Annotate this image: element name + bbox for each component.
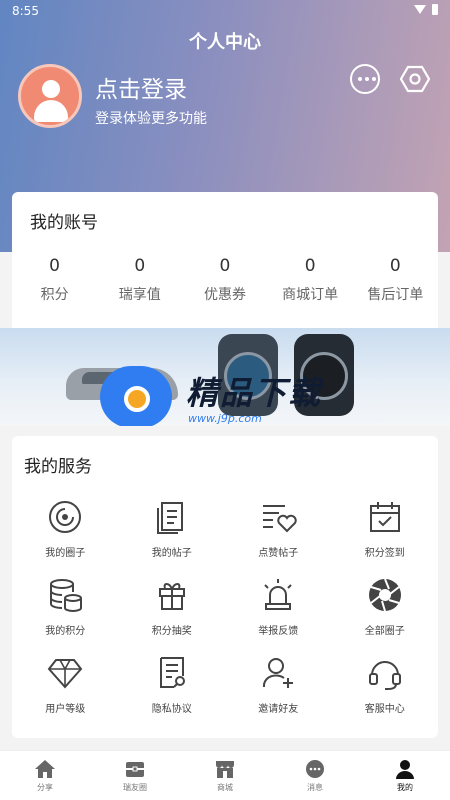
tab-messages[interactable]: 消息 xyxy=(270,751,360,800)
service-checkin[interactable]: 积分签到 xyxy=(332,498,439,568)
service-support[interactable]: 客服中心 xyxy=(332,654,439,724)
chat-icon xyxy=(306,760,324,778)
diamond-icon xyxy=(47,659,83,689)
service-my-posts[interactable]: 我的帖子 xyxy=(119,498,226,568)
service-privacy[interactable]: 隐私协议 xyxy=(119,654,226,724)
shop-icon xyxy=(216,761,234,778)
stat-ruixiang[interactable]: 0 瑞享值 xyxy=(97,256,182,304)
document-icon xyxy=(159,657,185,688)
circle-icon xyxy=(49,501,82,533)
promo-banner[interactable]: 精品下载 www.j9p.com xyxy=(0,328,450,426)
service-all-circles[interactable]: 全部圈子 xyxy=(332,576,439,646)
battery-icon xyxy=(432,4,438,15)
message-button[interactable] xyxy=(350,64,380,94)
liked-posts-icon xyxy=(263,505,297,533)
service-lottery[interactable]: 积分抽奖 xyxy=(119,576,226,646)
stat-coupons[interactable]: 0 优惠券 xyxy=(182,256,267,304)
person-icon xyxy=(396,760,414,779)
gift-icon xyxy=(158,583,185,610)
services-grid: 我的圈子 我的帖子 点赞帖子 积分签到 我的积分 积分抽奖 举报反馈 全部圈子 … xyxy=(12,498,438,724)
banner-brand: 精品下载 xyxy=(186,374,323,412)
services-title: 我的服务 xyxy=(24,457,92,477)
tab-share[interactable]: 分享 xyxy=(0,751,90,800)
tab-ruiyou[interactable]: 瑞友圈 xyxy=(90,751,180,800)
status-bar: 8:55 xyxy=(0,0,450,22)
services-card: 我的服务 我的圈子 我的帖子 点赞帖子 积分签到 我的积分 积分抽奖 举报反馈 xyxy=(12,436,438,738)
login-button[interactable]: 点击登录 xyxy=(95,70,187,104)
service-report[interactable]: 举报反馈 xyxy=(225,576,332,646)
aperture-icon xyxy=(368,578,401,612)
headset-icon xyxy=(368,661,401,690)
add-user-icon xyxy=(263,658,294,688)
stat-shop-orders[interactable]: 0 商城订单 xyxy=(268,256,353,304)
account-card: 我的账号 0 积分 0 瑞享值 0 优惠券 0 商城订单 0 售后订单 xyxy=(12,192,438,332)
alarm-icon xyxy=(264,579,292,610)
bottom-tab-bar: 分享 瑞友圈 商城 消息 我的 xyxy=(0,750,450,800)
account-stats: 0 积分 0 瑞享值 0 优惠券 0 商城订单 0 售后订单 xyxy=(12,256,438,304)
service-invite[interactable]: 邀请好友 xyxy=(225,654,332,724)
service-my-circle[interactable]: 我的圈子 xyxy=(12,498,119,568)
home-icon xyxy=(35,760,55,778)
status-time: 8:55 xyxy=(12,4,39,18)
posts-icon xyxy=(156,502,183,534)
stat-points[interactable]: 0 积分 xyxy=(12,256,97,304)
calendar-check-icon xyxy=(369,502,400,532)
avatar[interactable] xyxy=(18,64,82,128)
box-icon xyxy=(126,762,144,777)
settings-icon xyxy=(399,65,431,93)
coins-icon xyxy=(50,579,83,612)
service-user-level[interactable]: 用户等级 xyxy=(12,654,119,724)
page-title: 个人中心 xyxy=(189,32,261,53)
stat-aftersale-orders[interactable]: 0 售后订单 xyxy=(353,256,438,304)
tab-shop[interactable]: 商城 xyxy=(180,751,270,800)
tab-mine[interactable]: 我的 xyxy=(360,751,450,800)
service-my-points[interactable]: 我的积分 xyxy=(12,576,119,646)
account-title: 我的账号 xyxy=(30,213,98,233)
service-liked-posts[interactable]: 点赞帖子 xyxy=(225,498,332,568)
settings-button[interactable] xyxy=(399,64,431,94)
banner-site: www.j9p.com xyxy=(188,412,262,425)
chat-dots-icon xyxy=(358,77,376,81)
wifi-icon xyxy=(414,5,426,14)
login-subtitle: 登录体验更多功能 xyxy=(95,111,207,127)
